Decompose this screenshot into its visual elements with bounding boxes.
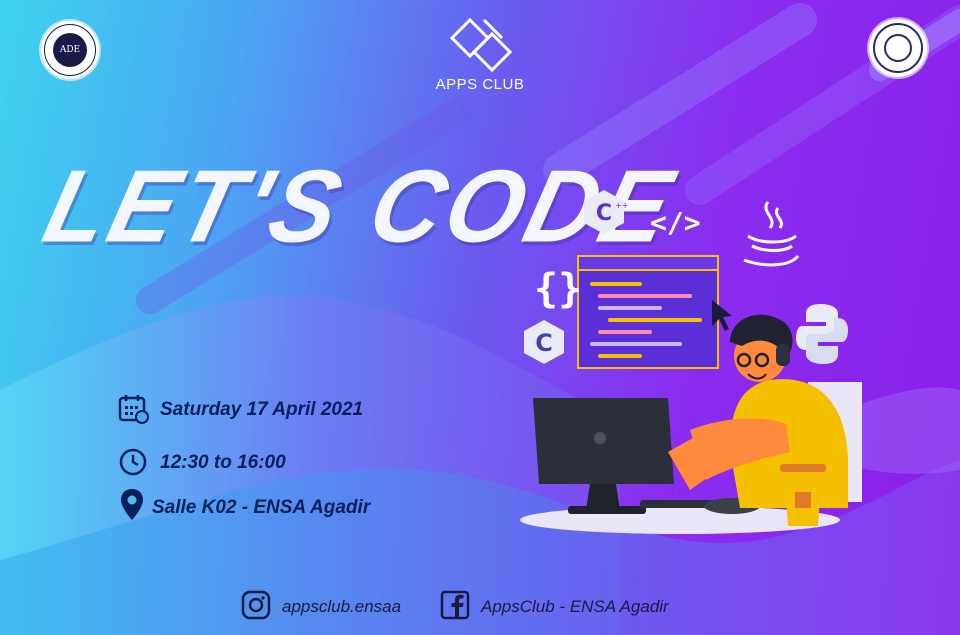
code-tag-icon: </> xyxy=(650,206,701,239)
facebook-icon[interactable] xyxy=(440,590,470,620)
calendar-icon xyxy=(118,395,149,424)
facebook-page[interactable]: AppsClub - ENSA Agadir xyxy=(481,597,669,617)
c-icon: C xyxy=(524,320,564,364)
braces-icon: {} xyxy=(534,266,582,312)
developer-illustration: C ++ </> {} C xyxy=(520,190,862,534)
instagram-icon[interactable] xyxy=(241,590,271,620)
java-icon xyxy=(743,201,800,267)
location-pin-icon xyxy=(121,489,143,520)
svg-text:++: ++ xyxy=(615,201,628,210)
clock-icon xyxy=(119,448,147,476)
code-window-icon xyxy=(577,255,719,369)
python-icon xyxy=(796,304,848,364)
event-location: Salle K02 - ENSA Agadir xyxy=(152,497,371,518)
svg-text:C: C xyxy=(535,329,553,357)
instagram-handle[interactable]: appsclub.ensaa xyxy=(282,597,401,617)
event-time: 12:30 to 16:00 xyxy=(160,452,286,473)
event-date: Saturday 17 April 2021 xyxy=(160,399,364,420)
cpp-icon: C ++ xyxy=(584,190,628,234)
monitor-icon xyxy=(533,398,674,514)
svg-text:C: C xyxy=(596,201,612,226)
